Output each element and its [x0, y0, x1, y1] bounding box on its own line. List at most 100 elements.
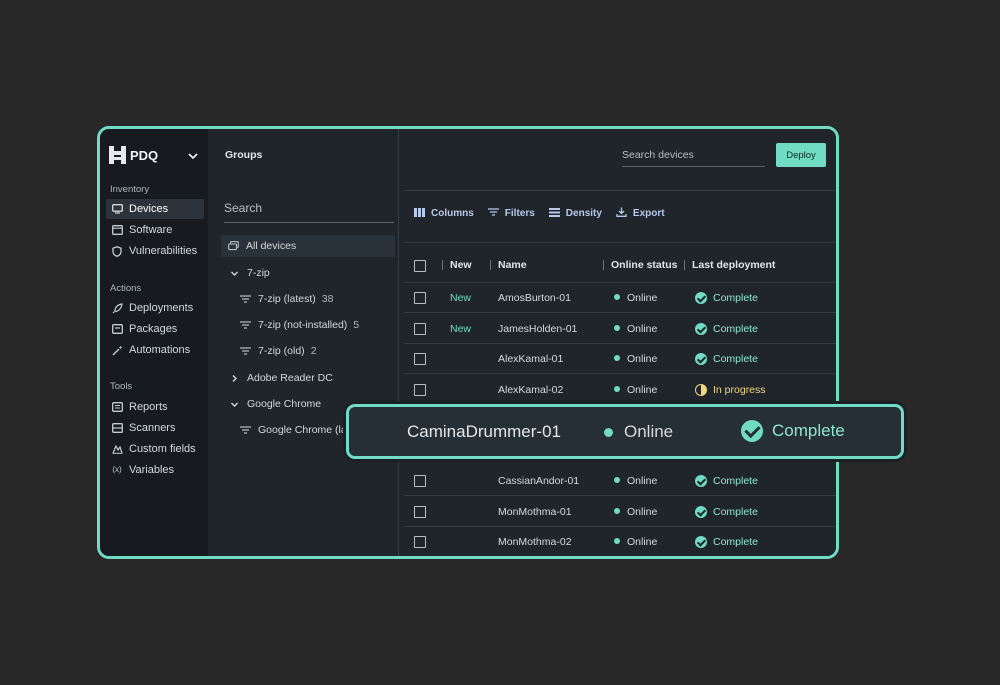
check-circle-icon [695, 506, 707, 518]
deployment-status: Complete [695, 506, 758, 518]
check-circle-icon [741, 420, 763, 442]
device-name[interactable]: MonMothma-02 [498, 536, 572, 548]
row-checkbox[interactable] [414, 292, 426, 304]
table-row[interactable]: New JamesHolden-01 Online Complete [404, 314, 836, 344]
sidebar-item-deployments[interactable]: Deployments [106, 298, 204, 318]
check-circle-icon [695, 323, 707, 335]
custom-fields-icon [111, 443, 123, 455]
highlighted-device-row[interactable]: CaminaDrummer-01 Online Complete [346, 404, 904, 459]
online-status: Online [614, 292, 657, 304]
sidebar-item-custom-fields[interactable]: Custom fields [106, 439, 204, 459]
online-dot-icon [614, 538, 620, 544]
tree-item-7zip-old[interactable]: 7-zip (old) 2 [239, 340, 317, 362]
column-header-new[interactable]: New [450, 259, 472, 271]
deploy-button[interactable]: Deploy [776, 143, 826, 167]
online-dot-icon [614, 294, 620, 300]
check-circle-icon [695, 292, 707, 304]
chevron-down-icon[interactable] [228, 269, 240, 278]
online-dot-icon [614, 386, 620, 392]
sidebar-item-packages[interactable]: Packages [106, 319, 204, 339]
deployment-status: Complete [695, 323, 758, 335]
filter-icon [239, 347, 251, 355]
new-badge: New [450, 323, 472, 335]
chevron-right-icon[interactable] [228, 374, 240, 383]
sidebar-item-devices[interactable]: Devices [106, 199, 204, 219]
device-name[interactable]: MonMothma-01 [498, 506, 572, 518]
density-icon [548, 207, 560, 220]
group-count: 2 [310, 345, 317, 357]
tree-item-all-devices[interactable]: All devices [221, 235, 395, 257]
sidebar-item-label: Scanners [129, 422, 176, 434]
online-status: Online [604, 422, 673, 442]
table-row[interactable]: New AmosBurton-01 Online Complete [404, 283, 836, 313]
row-checkbox[interactable] [414, 384, 426, 396]
tree-item-adobe-reader[interactable]: Adobe Reader DC [228, 367, 333, 389]
app-window: PDQ Inventory Devices Software Vulnerabi… [97, 126, 839, 559]
row-checkbox[interactable] [414, 323, 426, 335]
sidebar-item-label: Deployments [129, 302, 194, 314]
sidebar-item-reports[interactable]: Reports [106, 397, 204, 417]
device-name[interactable]: CassianAndor-01 [498, 475, 579, 487]
table-row[interactable]: MonMothma-02 Online Complete [404, 527, 836, 556]
brand-name: PDQ [130, 147, 159, 163]
row-checkbox[interactable] [414, 536, 426, 548]
device-name[interactable]: JamesHolden-01 [498, 323, 577, 335]
sidebar-item-scanners[interactable]: Scanners [106, 418, 204, 438]
table-row[interactable]: CassianAndor-01 Online Complete [404, 466, 836, 496]
device-name[interactable]: AmosBurton-01 [498, 292, 571, 304]
sidebar-item-vulnerabilities[interactable]: Vulnerabilities [106, 241, 204, 261]
filter-icon [239, 426, 251, 434]
check-circle-icon [695, 353, 707, 365]
device-name: CaminaDrummer-01 [407, 422, 561, 441]
row-checkbox[interactable] [414, 506, 426, 518]
export-button[interactable]: Export [616, 207, 665, 220]
table-toolbar: Columns Filters Density Export [414, 207, 665, 220]
tree-item-google-chrome-latest[interactable]: Google Chrome (lat [239, 419, 350, 441]
tree-item-google-chrome[interactable]: Google Chrome [228, 393, 321, 415]
chevron-down-icon[interactable] [187, 149, 199, 161]
table-row[interactable]: AlexKamal-01 Online Complete [404, 344, 836, 374]
sidebar-item-automations[interactable]: Automations [106, 340, 204, 360]
filter-icon [239, 321, 251, 329]
filters-button[interactable]: Filters [487, 207, 535, 220]
group-count: 5 [353, 319, 360, 331]
groups-title: Groups [225, 149, 263, 161]
online-dot-icon [604, 427, 613, 437]
sidebar-item-software[interactable]: Software [106, 220, 204, 240]
chevron-down-icon[interactable] [228, 400, 240, 409]
device-name[interactable]: AlexKamal-02 [498, 384, 563, 396]
table-row[interactable]: AlexKamal-02 Online In progress [404, 375, 836, 405]
table-row[interactable]: MonMothma-01 Online Complete [404, 497, 836, 527]
nav-section-inventory: Inventory [110, 184, 150, 195]
density-button[interactable]: Density [548, 207, 602, 220]
columns-button[interactable]: Columns [414, 207, 474, 220]
deployment-status: Complete [695, 536, 758, 548]
online-status: Online [614, 506, 657, 518]
online-dot-icon [614, 477, 620, 483]
online-status: Online [614, 536, 657, 548]
columns-icon [414, 207, 425, 220]
export-icon [616, 207, 627, 220]
sidebar-item-label: Automations [129, 344, 191, 356]
tree-item-7zip-not-installed[interactable]: 7-zip (not-installed) 5 [239, 314, 359, 336]
tree-item-7zip[interactable]: 7-zip [228, 262, 270, 284]
column-header-name[interactable]: Name [498, 259, 527, 271]
row-checkbox[interactable] [414, 475, 426, 487]
sidebar-item-label: Custom fields [129, 443, 196, 455]
filter-icon [239, 295, 251, 303]
tree-item-7zip-latest[interactable]: 7-zip (latest) 38 [239, 288, 333, 310]
row-checkbox[interactable] [414, 353, 426, 365]
device-name[interactable]: AlexKamal-01 [498, 353, 563, 365]
column-header-last-deployment[interactable]: Last deployment [692, 259, 775, 271]
deployment-status: Complete [741, 420, 845, 442]
wand-icon [111, 344, 123, 356]
groups-search-input[interactable]: Search [224, 201, 394, 223]
variables-icon: (x) [112, 465, 122, 474]
select-all-checkbox[interactable] [414, 260, 426, 272]
nav-section-actions: Actions [110, 283, 142, 294]
sidebar-item-variables[interactable]: (x) Variables [106, 460, 204, 480]
brand-switcher[interactable]: PDQ [109, 145, 199, 165]
divider [404, 242, 836, 243]
column-header-online-status[interactable]: Online status [611, 259, 678, 271]
search-devices-input[interactable]: Search devices [622, 149, 765, 167]
